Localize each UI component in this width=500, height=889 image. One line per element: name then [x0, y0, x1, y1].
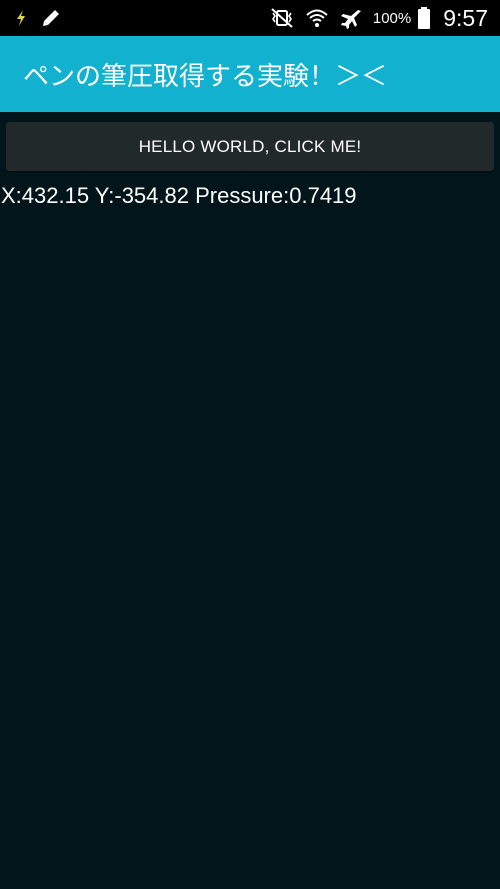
- wifi-icon: [305, 7, 329, 29]
- status-bar-notifications: [14, 0, 62, 36]
- charging-bolt-icon: [14, 9, 28, 27]
- battery-icon: [417, 6, 431, 30]
- hello-world-button[interactable]: HELLO WORLD, CLICK ME!: [6, 122, 494, 171]
- status-clock: 9:57: [443, 4, 488, 31]
- main-content[interactable]: HELLO WORLD, CLICK ME! X:432.15 Y:-354.8…: [0, 112, 500, 889]
- airplane-mode-icon: [339, 7, 363, 29]
- app-title: ペンの筆圧取得する実験！＞＜: [23, 61, 388, 92]
- status-bar-system: 100% 9:57: [269, 0, 488, 36]
- pencil-icon: [40, 7, 62, 29]
- status-bar: 100% 9:57: [0, 0, 500, 36]
- vibrate-mute-icon: [269, 7, 295, 29]
- pen-pressure-readout: X:432.15 Y:-354.82 Pressure:0.7419: [1, 183, 357, 208]
- battery-percentage: 100%: [372, 9, 412, 27]
- app-bar: ペンの筆圧取得する実験！＞＜: [0, 36, 500, 112]
